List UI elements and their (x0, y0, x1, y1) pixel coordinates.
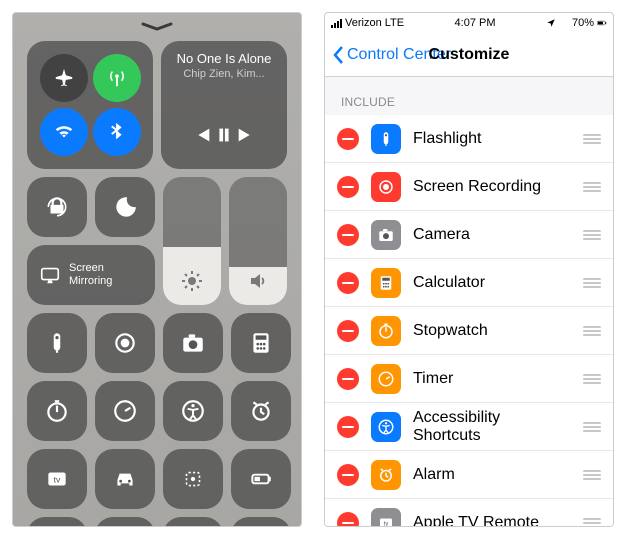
media-title: No One Is Alone (177, 51, 272, 66)
hearing-button[interactable] (163, 517, 223, 527)
do-not-disturb-button[interactable] (95, 177, 155, 237)
orientation-lock-button[interactable] (27, 177, 87, 237)
remove-button[interactable] (337, 224, 359, 246)
accessibility-button[interactable] (163, 381, 223, 441)
drag-handle-icon[interactable] (583, 518, 601, 528)
item-label: Stopwatch (413, 322, 571, 340)
brightness-slider[interactable] (163, 177, 221, 305)
list-item[interactable]: Calculator (325, 259, 613, 307)
volume-slider[interactable] (229, 177, 287, 305)
cellular-toggle-button[interactable] (231, 517, 291, 527)
list-item[interactable]: Apple TV Remote (325, 499, 613, 527)
calculator-icon (371, 268, 401, 298)
stopwatch-button[interactable] (27, 381, 87, 441)
list-item[interactable]: Alarm (325, 451, 613, 499)
flashlight-icon (371, 124, 401, 154)
item-label: Apple TV Remote (413, 514, 571, 528)
remove-button[interactable] (337, 128, 359, 150)
signal-bars-icon (331, 19, 342, 28)
screen-record-icon (371, 172, 401, 202)
location-icon (546, 18, 556, 28)
item-label: Alarm (413, 466, 571, 484)
list-item[interactable]: Stopwatch (325, 307, 613, 355)
media-artist: Chip Zien, Kim... (183, 68, 264, 80)
flashlight-button[interactable] (27, 313, 87, 373)
magnifier-button[interactable] (27, 517, 87, 527)
drag-handle-icon[interactable] (583, 374, 601, 384)
drag-handle-icon[interactable] (583, 230, 601, 240)
previous-track-button[interactable] (191, 124, 213, 151)
cellular-data-button[interactable] (93, 54, 141, 102)
camera-button[interactable] (163, 313, 223, 373)
control-center-panel: No One Is Alone Chip Zien, Kim... Screen… (12, 12, 302, 527)
wifi-button[interactable] (40, 108, 88, 156)
remove-button[interactable] (337, 176, 359, 198)
item-label: Calculator (413, 274, 571, 292)
low-power-button[interactable] (231, 449, 291, 509)
list-item[interactable]: Timer (325, 355, 613, 403)
media-tile[interactable]: No One Is Alone Chip Zien, Kim... (161, 41, 287, 169)
apple-tv-remote-button[interactable] (27, 449, 87, 509)
timer-button[interactable] (95, 381, 155, 441)
item-label: Accessibility Shortcuts (413, 409, 571, 445)
camera-icon (371, 220, 401, 250)
status-bar: Verizon LTE 4:07 PM 70% (325, 13, 613, 33)
alarm-icon (371, 460, 401, 490)
drag-handle-icon[interactable] (583, 182, 601, 192)
notes-button[interactable] (95, 517, 155, 527)
list-item[interactable]: Screen Recording (325, 163, 613, 211)
stopwatch-icon (371, 316, 401, 346)
drag-handle-icon[interactable] (583, 470, 601, 480)
network-label: LTE (385, 17, 404, 29)
apple-tv-icon (371, 508, 401, 528)
battery-icon (597, 18, 607, 28)
bluetooth-button[interactable] (93, 108, 141, 156)
accessibility-icon (371, 412, 401, 442)
list-item[interactable]: Flashlight (325, 115, 613, 163)
screen-recording-button[interactable] (95, 313, 155, 373)
remove-button[interactable] (337, 320, 359, 342)
item-label: Timer (413, 370, 571, 388)
carplay-button[interactable] (95, 449, 155, 509)
page-title: Customize (325, 46, 613, 64)
drag-handle-icon[interactable] (583, 326, 601, 336)
screen-mirroring-button[interactable]: Screen Mirroring (27, 245, 155, 305)
close-chevron-icon[interactable] (13, 13, 301, 35)
customize-screen: Verizon LTE 4:07 PM 70% Control Center C… (324, 12, 614, 527)
list-item[interactable]: Camera (325, 211, 613, 259)
remove-button[interactable] (337, 464, 359, 486)
nav-bar: Control Center Customize (325, 33, 613, 77)
play-pause-button[interactable] (213, 124, 235, 151)
item-label: Flashlight (413, 130, 571, 148)
bluetooth-status-icon (559, 18, 569, 28)
item-label: Camera (413, 226, 571, 244)
drag-handle-icon[interactable] (583, 278, 601, 288)
remove-button[interactable] (337, 416, 359, 438)
item-label: Screen Recording (413, 178, 571, 196)
timer-icon (371, 364, 401, 394)
next-track-button[interactable] (235, 124, 257, 151)
carrier-label: Verizon (345, 17, 382, 29)
drag-handle-icon[interactable] (583, 134, 601, 144)
connectivity-tile[interactable] (27, 41, 153, 169)
remove-button[interactable] (337, 368, 359, 390)
status-time: 4:07 PM (455, 17, 496, 29)
drag-handle-icon[interactable] (583, 422, 601, 432)
calculator-button[interactable] (231, 313, 291, 373)
include-header: INCLUDE (325, 77, 613, 115)
alarm-button[interactable] (231, 381, 291, 441)
include-list: Flashlight Screen Recording Camera Calculat… (325, 115, 613, 527)
battery-percent: 70% (572, 17, 594, 29)
remove-button[interactable] (337, 512, 359, 528)
screen-mirroring-label: Screen Mirroring (69, 262, 145, 288)
remove-button[interactable] (337, 272, 359, 294)
airplane-mode-button[interactable] (40, 54, 88, 102)
list-item[interactable]: Accessibility Shortcuts (325, 403, 613, 451)
guided-access-button[interactable] (163, 449, 223, 509)
